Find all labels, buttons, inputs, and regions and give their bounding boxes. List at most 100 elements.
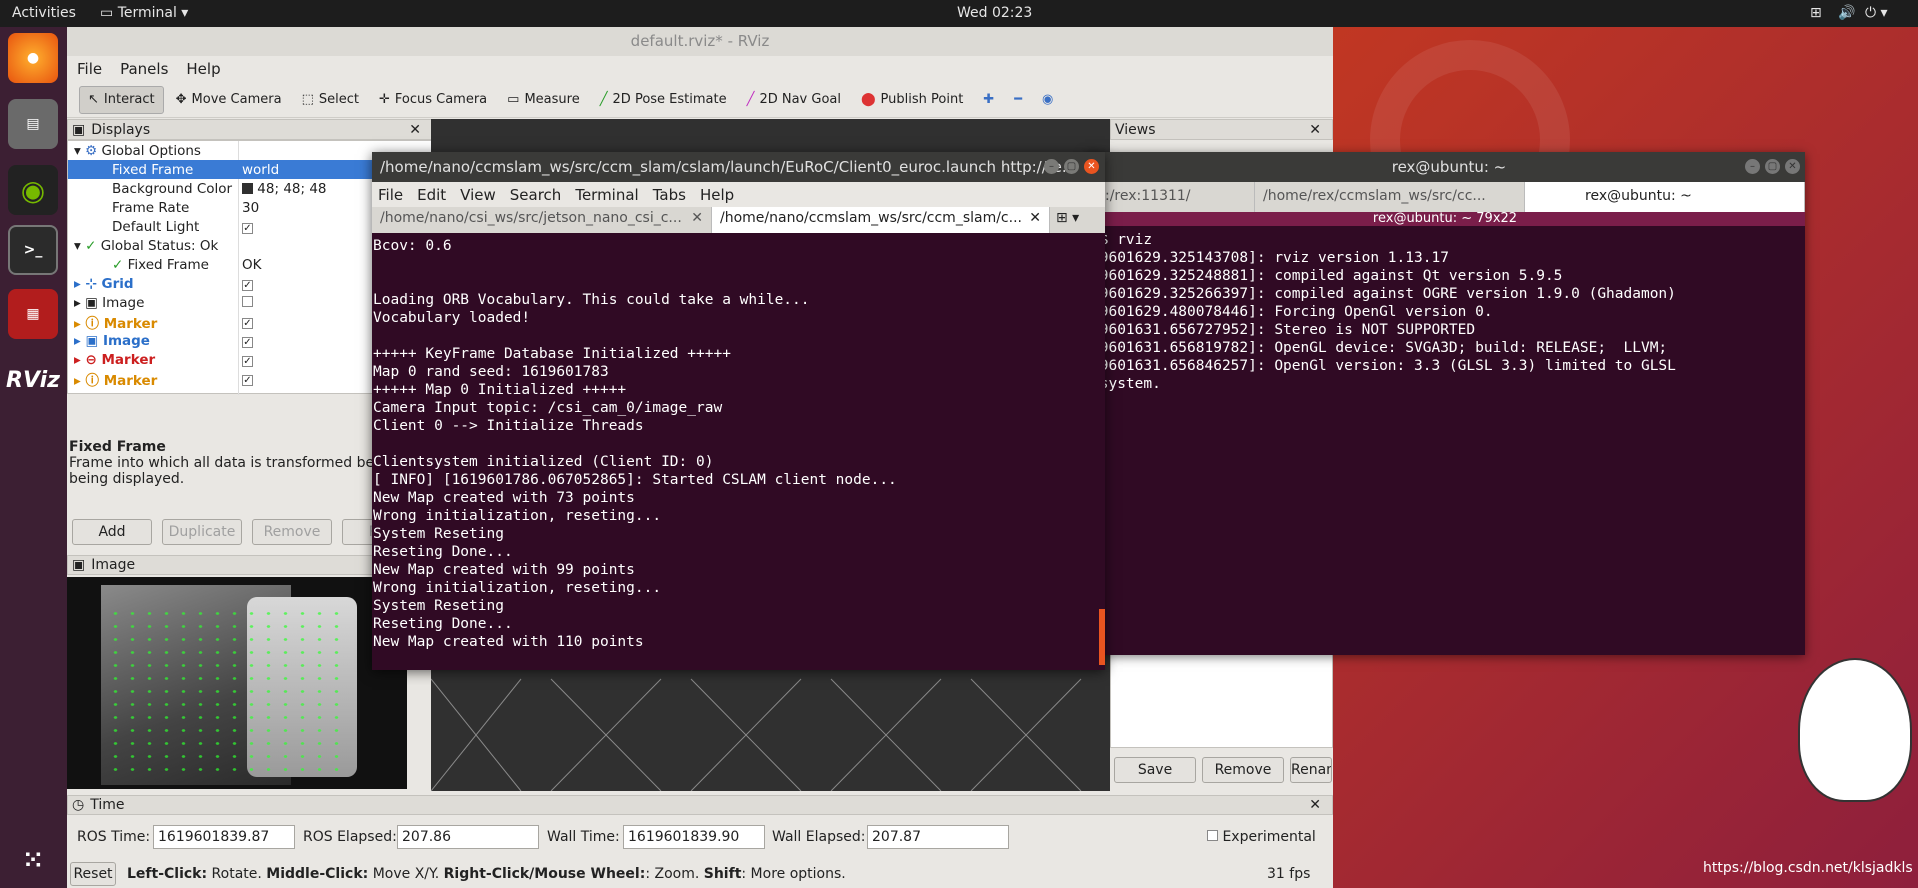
eye-icon[interactable]: ◉ — [1034, 86, 1061, 114]
close-icon[interactable]: ✕ — [1309, 122, 1321, 138]
menu-panels[interactable]: Panels — [120, 60, 168, 78]
terminal-tab[interactable]: :/rex:11311/ — [1085, 182, 1255, 212]
views-list — [1110, 647, 1333, 748]
views-save-button[interactable]: Save — [1114, 757, 1196, 783]
tool-select[interactable]: ⬚ Select — [294, 86, 367, 114]
views-header: Views ✕ — [1110, 119, 1333, 140]
cursor-icon: ↖ — [88, 92, 99, 107]
menu-help[interactable]: Help — [186, 60, 220, 78]
checkbox[interactable]: ✓ — [242, 222, 253, 234]
tool-label: Measure — [524, 92, 580, 107]
focus-icon: ✛ — [378, 92, 390, 107]
tool-move-camera[interactable]: ✥ Move Camera — [168, 86, 290, 114]
tool-publish-point[interactable]: ⬤ Publish Point — [853, 86, 971, 114]
screen-icon[interactable]: ▦ — [8, 289, 58, 339]
menu-edit[interactable]: Edit — [417, 186, 446, 204]
terminal-line: 19601629.325266397]: compiled against OG… — [1091, 286, 1676, 302]
tab-close-icon[interactable]: ✕ — [691, 210, 703, 226]
close-icon[interactable]: ✕ — [409, 122, 421, 138]
terminal-line: Loading ORB Vocabulary. This could take … — [373, 292, 810, 308]
ruler-icon: ▭ — [507, 92, 520, 107]
firefox-icon[interactable]: ● — [8, 33, 58, 83]
terminal-tab[interactable]: /home/rex/ccmslam_ws/src/cc... — [1255, 182, 1525, 212]
checkbox[interactable] — [242, 295, 253, 307]
checkbox[interactable]: ✓ — [242, 355, 253, 367]
checkbox[interactable]: ✓ — [242, 336, 253, 348]
tool-label: 2D Nav Goal — [759, 92, 841, 107]
time-title: Time — [90, 797, 125, 813]
terminal-line: [ INFO] [1619601786.067052865]: Started … — [373, 472, 897, 488]
volume-icon[interactable]: 🔊 — [1838, 5, 1855, 21]
maximize-button[interactable]: ▢ — [1765, 159, 1780, 174]
clock[interactable]: Wed 02:23 — [957, 5, 1032, 21]
views-rename-button[interactable]: Rename — [1290, 757, 1332, 783]
menu-file[interactable]: File — [77, 60, 102, 78]
tool-2d-pose-estimate[interactable]: ╱ 2D Pose Estimate — [592, 86, 735, 114]
terminal-line: 19601629.480078446]: Forcing OpenGl vers… — [1091, 304, 1493, 320]
terminal-line: Clientsystem initialized (Client ID: 0) — [373, 454, 714, 470]
checkbox[interactable] — [1207, 830, 1218, 841]
sticker-character — [1800, 660, 1910, 800]
checkbox[interactable]: ✓ — [242, 317, 253, 329]
experimental-checkbox[interactable]: Experimental — [1207, 829, 1316, 845]
views-remove-button[interactable]: Remove — [1202, 757, 1284, 783]
checkbox[interactable]: ✓ — [242, 374, 253, 386]
menu-help[interactable]: Help — [700, 186, 734, 204]
add-tool-icon[interactable]: ✚ — [975, 86, 1002, 114]
duplicate-button[interactable]: Duplicate — [162, 519, 242, 545]
close-button[interactable]: ✕ — [1084, 159, 1099, 174]
terminal-tab-active[interactable]: /home/nano/ccmslam_ws/src/ccm_slam/c... ✕ — [712, 207, 1050, 233]
maximize-button[interactable]: ▢ — [1064, 159, 1079, 174]
camera-image — [67, 577, 407, 789]
files-icon[interactable]: ▤ — [8, 99, 58, 149]
scrollbar-thumb[interactable] — [1099, 609, 1105, 665]
tool-interact[interactable]: ↖ Interact — [79, 85, 164, 114]
terminal-titlebar[interactable]: rex@ubuntu: ~ — [1085, 152, 1805, 182]
activities-button[interactable]: Activities — [12, 5, 76, 21]
rviz-icon[interactable]: RViz — [6, 355, 60, 405]
menu-terminal[interactable]: Terminal — [575, 186, 638, 204]
rviz-titlebar[interactable]: default.rviz* - RViz — [67, 27, 1333, 56]
add-button[interactable]: Add — [72, 519, 152, 545]
terminal-titlebar[interactable]: /home/nano/ccmslam_ws/src/ccm_slam/cslam… — [372, 152, 1105, 182]
wall-elapsed-field[interactable]: 207.87 — [867, 825, 1009, 849]
nvidia-icon[interactable]: ◉ — [8, 165, 58, 215]
remove-tool-icon[interactable]: ━ — [1006, 86, 1030, 114]
terminal-tab-active[interactable]: rex@ubuntu: ~ — [1525, 182, 1805, 212]
tab-close-icon[interactable]: ✕ — [1029, 210, 1041, 226]
checkbox[interactable]: ✓ — [242, 279, 253, 291]
tool-measure[interactable]: ▭ Measure — [499, 86, 588, 114]
new-tab-icon[interactable]: ⊞ ▾ — [1050, 207, 1105, 233]
views-title: Views — [1115, 121, 1156, 138]
network-icon[interactable]: ⊞ — [1810, 5, 1822, 21]
minimize-button[interactable]: – — [1745, 159, 1760, 174]
image-icon: ▣ — [72, 557, 86, 573]
minimize-button[interactable]: – — [1044, 159, 1059, 174]
tool-focus-camera[interactable]: ✛ Focus Camera — [371, 86, 495, 114]
terminal-line: 19601629.325248881]: compiled against Qt… — [1091, 268, 1563, 284]
tool-2d-nav-goal[interactable]: ╱ 2D Nav Goal — [739, 86, 849, 114]
terminal-output[interactable]: ~$ rviz 19601629.325143708]: rviz version… — [1085, 226, 1805, 655]
power-icon[interactable]: ⏻ ▾ — [1865, 5, 1888, 21]
top-bar: Activities ▭ Terminal ▾ Wed 02:23 ⊞ 🔊 ⏻ … — [0, 0, 1918, 27]
terminal-icon[interactable]: >_ — [8, 225, 58, 275]
close-icon[interactable]: ✕ — [1309, 797, 1321, 813]
menu-search[interactable]: Search — [510, 186, 562, 204]
terminal-app-menu[interactable]: ▭ Terminal ▾ — [100, 5, 188, 21]
terminal-line: Client 0 --> Initialize Threads — [373, 418, 644, 434]
app-grid-icon[interactable]: ⁙ — [8, 835, 58, 885]
menu-tabs[interactable]: Tabs — [653, 186, 686, 204]
terminal-output[interactable]: Bcov: 0.6 Loading ORB Vocabulary. This co… — [372, 233, 1105, 670]
menu-file[interactable]: File — [378, 186, 403, 204]
wall-time-field[interactable]: 1619601839.90 — [623, 825, 765, 849]
ros-elapsed-field[interactable]: 207.86 — [397, 825, 539, 849]
remove-button[interactable]: Remove — [252, 519, 332, 545]
terminal-window-rex: rex@ubuntu: ~ – ▢ ✕ :/rex:11311/ /home/r… — [1085, 152, 1805, 655]
menu-view[interactable]: View — [460, 186, 496, 204]
terminal-tab[interactable]: /home/nano/csi_ws/src/jetson_nano_csi_c.… — [372, 207, 712, 233]
close-button[interactable]: ✕ — [1785, 159, 1800, 174]
ros-time-field[interactable]: 1619601839.87 — [153, 825, 295, 849]
reset-button[interactable]: Reset — [70, 862, 116, 886]
